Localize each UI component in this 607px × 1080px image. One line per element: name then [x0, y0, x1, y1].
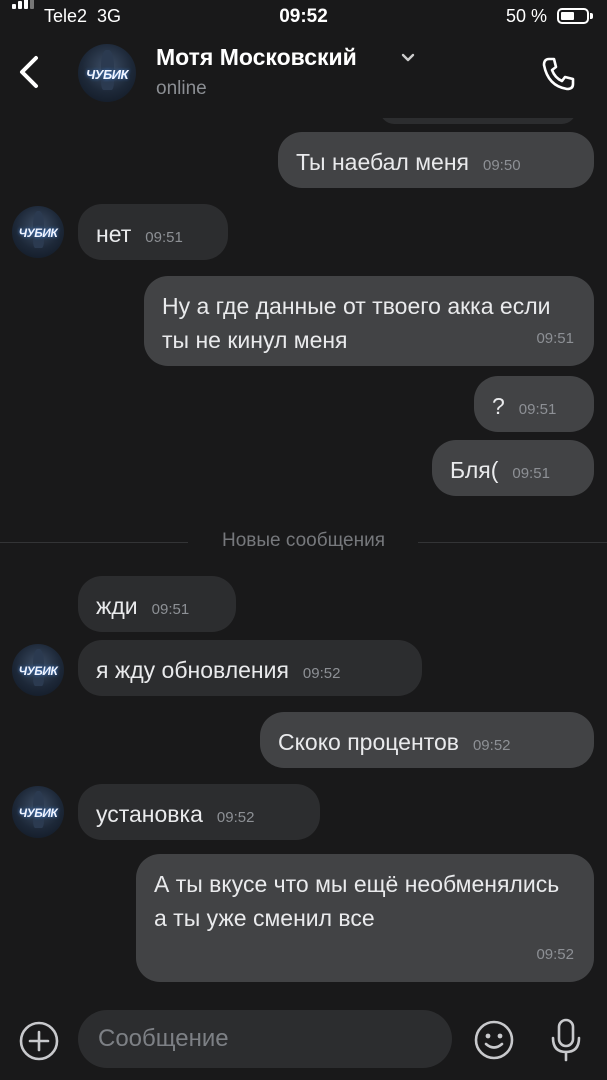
- new-messages-divider: Новые сообщения: [0, 530, 607, 556]
- sender-avatar[interactable]: ЧУБИК: [12, 206, 64, 258]
- microphone-icon[interactable]: [546, 1016, 586, 1064]
- back-icon[interactable]: [14, 52, 46, 92]
- message-time: 09:50: [483, 157, 521, 174]
- message-text: Ну а где данные от твоего акка если ты н…: [162, 293, 551, 353]
- message-bubble-outgoing[interactable]: Ну а где данные от твоего акка если ты н…: [144, 276, 594, 366]
- message-text: ?: [492, 393, 505, 419]
- message-bubble-incoming[interactable]: я жду обновления 09:52: [78, 640, 422, 696]
- message-text: жди: [96, 593, 138, 619]
- message-time: 09:51: [512, 465, 550, 482]
- message-bubble-incoming[interactable]: жди 09:51: [78, 576, 236, 632]
- message-bubble-outgoing[interactable]: Скоко процентов 09:52: [260, 712, 594, 768]
- chevron-down-icon[interactable]: [400, 52, 416, 64]
- contact-name[interactable]: Мотя Московский: [156, 44, 357, 71]
- message-text: Скоко процентов: [278, 729, 459, 755]
- phone-icon[interactable]: [538, 54, 578, 94]
- sender-avatar[interactable]: ЧУБИК: [12, 644, 64, 696]
- message-bubble-outgoing[interactable]: Ты наебал меня 09:50: [278, 132, 594, 188]
- status-bar: Tele2 3G 09:52 50 %: [0, 0, 607, 34]
- message-text: А ты вкусе что мы ещё необменялись а ты …: [154, 871, 560, 931]
- contact-avatar[interactable]: ЧУБИК: [78, 44, 136, 102]
- message-time: 09:52: [472, 737, 511, 754]
- message-time: 09:51: [536, 330, 574, 347]
- message-text: нет: [96, 221, 132, 247]
- message-time: 09:51: [151, 601, 190, 618]
- add-icon[interactable]: [18, 1020, 60, 1062]
- chat-header: ЧУБИК Мотя Московский online: [0, 34, 607, 118]
- message-time: 09:52: [536, 946, 574, 963]
- message-time: 09:51: [145, 229, 183, 246]
- message-input[interactable]: Сообщение: [78, 1010, 452, 1068]
- previous-message-bubble: [380, 118, 576, 124]
- message-bubble-outgoing[interactable]: Бля( 09:51: [432, 440, 594, 496]
- message-bubble-incoming[interactable]: установка 09:52: [78, 784, 320, 840]
- new-messages-label: Новые сообщения: [222, 530, 385, 551]
- sender-avatar[interactable]: ЧУБИК: [12, 786, 64, 838]
- message-text: Ты наебал меня: [296, 149, 469, 175]
- battery-percent: 50 %: [505, 6, 547, 26]
- message-time: 09:52: [302, 665, 341, 682]
- message-composer: Сообщение: [0, 1008, 607, 1080]
- message-time: 09:51: [518, 401, 557, 418]
- message-time: 09:52: [216, 809, 255, 826]
- contact-status: online: [156, 78, 207, 99]
- message-text: Бля(: [450, 457, 499, 483]
- message-list[interactable]: Ты наебал меня 09:50 ЧУБИК нет 09:51 Ну а …: [0, 118, 607, 1008]
- emoji-icon[interactable]: [472, 1018, 516, 1062]
- battery-icon: [557, 8, 593, 24]
- message-text: я жду обновления: [96, 657, 289, 683]
- message-bubble-outgoing[interactable]: ? 09:51: [474, 376, 594, 432]
- message-text: установка: [96, 801, 203, 827]
- message-bubble-incoming[interactable]: нет 09:51: [78, 204, 228, 260]
- message-bubble-outgoing[interactable]: А ты вкусе что мы ещё необменялись а ты …: [136, 854, 594, 982]
